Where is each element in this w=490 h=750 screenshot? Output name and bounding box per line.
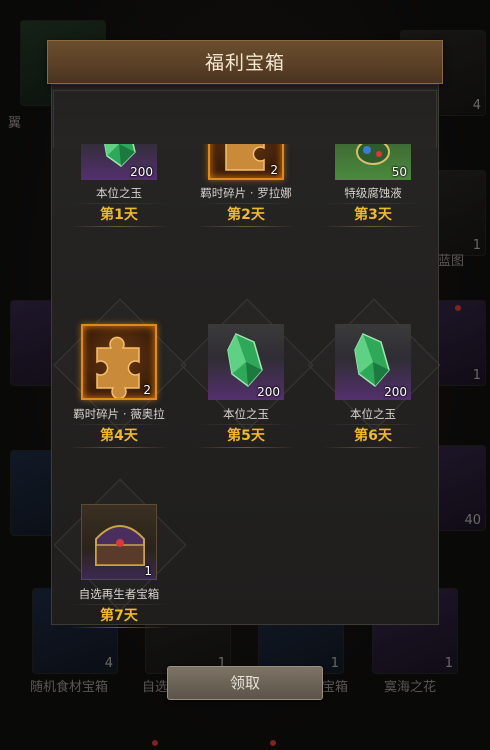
reward-day-5[interactable]: 200 本位之玉 第5天: [180, 298, 314, 474]
reward-name: 本位之玉: [223, 407, 269, 421]
reward-day-1[interactable]: 200 本位之玉 第1天: [59, 144, 179, 289]
reward-name: 本位之玉: [350, 407, 396, 421]
item-count: 2: [270, 163, 278, 177]
reward-list-frame: [53, 90, 437, 148]
reward-item-slot[interactable]: 200: [335, 324, 411, 400]
day-label-bar: 第6天: [323, 424, 423, 448]
item-count: 200: [257, 385, 280, 399]
day-label-bar: 第7天: [69, 604, 169, 628]
day-label: 第2天: [227, 207, 265, 223]
reward-name: 本位之玉: [96, 186, 142, 200]
reward-name: 特级腐蚀液: [344, 186, 402, 200]
claim-button-label: 领取: [229, 674, 260, 692]
reward-item-slot[interactable]: 200: [208, 324, 284, 400]
reward-day-2[interactable]: 2 羁时碎片 · 罗拉娜 第2天: [186, 144, 306, 289]
dialog-title: 福利宝箱: [204, 52, 285, 74]
reward-day-7[interactable]: 1 自选再生者宝箱 第7天: [53, 478, 187, 650]
reward-day-4[interactable]: 2 羁时碎片 · 薇奥拉 第4天: [53, 298, 187, 474]
day-label: 第1天: [100, 207, 138, 223]
day-label-bar: 第5天: [196, 424, 296, 448]
reward-item-slot[interactable]: 200: [81, 144, 157, 180]
reward-item-slot[interactable]: 1: [81, 504, 157, 580]
day-label: 第7天: [100, 608, 138, 624]
day-label-bar: 第1天: [69, 203, 169, 227]
claim-button[interactable]: 领取: [167, 666, 323, 700]
item-count: 200: [130, 165, 153, 179]
day-label: 第3天: [354, 207, 392, 223]
reward-day-6[interactable]: 200 本位之玉 第6天: [307, 298, 441, 474]
reward-item-slot[interactable]: 2: [208, 144, 284, 180]
item-count: 2: [143, 383, 151, 397]
reward-item-slot[interactable]: 2: [81, 324, 157, 400]
reward-item-slot[interactable]: 50: [335, 144, 411, 180]
reward-scroll-list[interactable]: 200 本位之玉 第1天 2 羁时碎片 · 罗拉娜 第2天 50 特级腐蚀液 第…: [47, 144, 443, 650]
reward-name: 自选再生者宝箱: [78, 587, 160, 601]
item-count: 200: [384, 385, 407, 399]
day-label: 第6天: [354, 428, 392, 444]
day-label-bar: 第2天: [196, 203, 296, 227]
item-count: 50: [391, 165, 407, 179]
welfare-chest-dialog: 福利宝箱 200 本位之玉 第1天 2 羁时碎片 · 罗拉娜 第2天 50 特级…: [47, 40, 443, 628]
day-label-bar: 第4天: [69, 424, 169, 448]
dialog-header: 福利宝箱: [47, 40, 443, 84]
item-count: 1: [144, 564, 152, 578]
day-label: 第5天: [227, 428, 265, 444]
day-label-bar: 第3天: [323, 203, 423, 227]
reward-name: 羁时碎片 · 罗拉娜: [200, 186, 292, 200]
day-label: 第4天: [100, 428, 138, 444]
reward-name: 羁时碎片 · 薇奥拉: [73, 407, 165, 421]
reward-day-3[interactable]: 50 特级腐蚀液 第3天: [313, 144, 433, 289]
